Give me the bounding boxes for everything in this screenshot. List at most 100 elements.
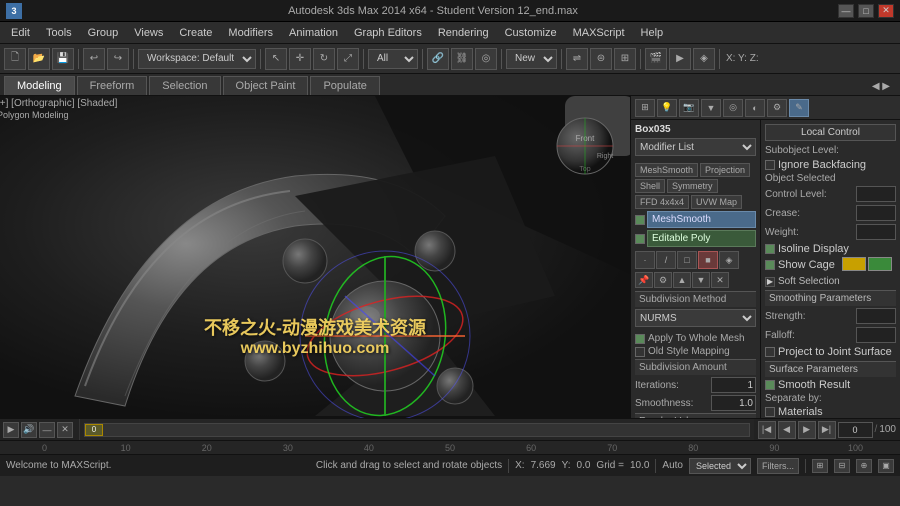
subobj-border[interactable]: □	[677, 251, 697, 269]
tab-modeling[interactable]: Modeling	[4, 76, 75, 95]
menu-help[interactable]: Help	[634, 25, 671, 41]
old-style-checkbox[interactable]	[635, 347, 645, 357]
rp-btn-modify[interactable]: ✎	[789, 99, 809, 117]
vp-btn-sound[interactable]: 🔊	[21, 422, 37, 438]
control-level-spinbox[interactable]	[856, 186, 896, 202]
btn-meshsmooth[interactable]: MeshSmooth	[635, 163, 698, 177]
tab-freeform[interactable]: Freeform	[77, 76, 148, 95]
strength-spinbox[interactable]	[856, 308, 896, 324]
stack-btn-down[interactable]: ▼	[692, 272, 710, 288]
soft-selection-collapse[interactable]: ▶	[765, 277, 775, 287]
tb-material[interactable]: ◈	[693, 48, 715, 70]
isoline-display-checkbox[interactable]	[765, 244, 775, 254]
tb-array[interactable]: ⊞	[614, 48, 636, 70]
tb-save[interactable]: 💾	[52, 48, 74, 70]
subobj-polygon[interactable]: ■	[698, 251, 718, 269]
subobj-edge[interactable]: /	[656, 251, 676, 269]
menu-edit[interactable]: Edit	[4, 25, 37, 41]
close-button[interactable]: ✕	[878, 4, 894, 18]
editablepoly-checkbox[interactable]	[635, 234, 645, 244]
meshsmooth-item[interactable]: MeshSmooth	[647, 211, 756, 228]
tb-align[interactable]: ⊜	[590, 48, 612, 70]
maximize-button[interactable]: □	[858, 4, 874, 18]
anim-frame-input[interactable]	[838, 422, 873, 438]
tb-mirror[interactable]: ⇌	[566, 48, 588, 70]
rp-btn-camera[interactable]: 📷	[679, 99, 699, 117]
smooth-result-checkbox[interactable]	[765, 380, 775, 390]
filter-dropdown[interactable]: All	[368, 49, 418, 69]
stack-btn-settings[interactable]: ⚙	[654, 272, 672, 288]
new-dropdown[interactable]: New	[506, 49, 557, 69]
anim-btn-next[interactable]: ▶|	[818, 421, 836, 439]
modifier-stack-editablepoly[interactable]: Editable Poly	[635, 230, 756, 248]
menu-group[interactable]: Group	[81, 25, 126, 41]
tb-move[interactable]: ✛	[289, 48, 311, 70]
meshsmooth-checkbox[interactable]	[635, 215, 645, 225]
tab-selection[interactable]: Selection	[149, 76, 220, 95]
tb-select[interactable]: ↖	[265, 48, 287, 70]
btn-uvw[interactable]: UVW Map	[691, 195, 742, 209]
time-frame-indicator[interactable]: 0	[85, 424, 103, 436]
stack-btn-pin[interactable]: 📌	[635, 272, 653, 288]
cage-color-swatch1[interactable]	[842, 257, 866, 271]
vp-btn-min[interactable]: —	[39, 422, 55, 438]
subobj-vertex[interactable]: ·	[635, 251, 655, 269]
tb-redo[interactable]: ↪	[107, 48, 129, 70]
minimize-button[interactable]: —	[838, 4, 854, 18]
weight-spinbox[interactable]	[856, 224, 896, 240]
vp-btn-play[interactable]: ▶	[3, 422, 19, 438]
modifier-stack-meshsmooth[interactable]: MeshSmooth	[635, 211, 756, 229]
time-slider-track[interactable]: 0	[84, 423, 750, 437]
tab-object-paint[interactable]: Object Paint	[223, 76, 309, 95]
menu-tools[interactable]: Tools	[39, 25, 79, 41]
sb-selection-dropdown[interactable]: Selected	[689, 458, 751, 474]
tab-populate[interactable]: Populate	[310, 76, 379, 95]
subdivision-method-dropdown[interactable]: NURMS	[635, 309, 756, 327]
rp-btn-shapes[interactable]: ⊞	[635, 99, 655, 117]
rp-btn-hierarchy[interactable]: ▼	[701, 99, 721, 117]
btn-shell[interactable]: Shell	[635, 179, 665, 193]
menu-modifiers[interactable]: Modifiers	[221, 25, 280, 41]
tb-new[interactable]: 🗋	[4, 48, 26, 70]
menu-views[interactable]: Views	[127, 25, 170, 41]
anim-btn-play[interactable]: ▶	[798, 421, 816, 439]
vp-btn-close[interactable]: ✕	[57, 422, 73, 438]
tb-render-setup[interactable]: 🎬	[645, 48, 667, 70]
tb-link[interactable]: 🔗	[427, 48, 449, 70]
btn-symmetry[interactable]: Symmetry	[667, 179, 718, 193]
rp-btn-utilities[interactable]: ⚙	[767, 99, 787, 117]
sb-keybind4[interactable]: ▣	[878, 459, 894, 473]
falloff-spinbox[interactable]	[856, 327, 896, 343]
modifier-list-dropdown[interactable]: Modifier List	[635, 138, 756, 156]
sb-keybind1[interactable]: ⊞	[812, 459, 828, 473]
tb-open[interactable]: 📂	[28, 48, 50, 70]
rp-btn-motion[interactable]: ◎	[723, 99, 743, 117]
project-joint-checkbox[interactable]	[765, 347, 775, 357]
viewport[interactable]: Front Right Top [+] [Orthographic] [Shad…	[0, 96, 630, 418]
editablepoly-item[interactable]: Editable Poly	[647, 230, 756, 247]
anim-btn-prev[interactable]: ◀	[778, 421, 796, 439]
smooth-spinbox1[interactable]	[711, 395, 756, 411]
menu-create[interactable]: Create	[172, 25, 219, 41]
btn-projection[interactable]: Projection	[700, 163, 750, 177]
stack-btn-up[interactable]: ▲	[673, 272, 691, 288]
stack-btn-delete[interactable]: ✕	[711, 272, 729, 288]
tb-unlink[interactable]: ⛓	[451, 48, 473, 70]
workspace-dropdown[interactable]: Workspace: Default	[138, 49, 256, 69]
rp-btn-lights[interactable]: 💡	[657, 99, 677, 117]
tb-bind[interactable]: ◎	[475, 48, 497, 70]
rp-btn-display[interactable]: ◐	[745, 99, 765, 117]
menu-rendering[interactable]: Rendering	[431, 25, 496, 41]
sb-keybind3[interactable]: ⊕	[856, 459, 872, 473]
tb-render[interactable]: ▶	[669, 48, 691, 70]
iter-spinbox1[interactable]	[711, 377, 756, 393]
menu-customize[interactable]: Customize	[498, 25, 564, 41]
show-cage-checkbox[interactable]	[765, 260, 775, 270]
tb-undo[interactable]: ↩	[83, 48, 105, 70]
menu-graph-editors[interactable]: Graph Editors	[347, 25, 429, 41]
tb-scale[interactable]: ⤢	[337, 48, 359, 70]
btn-ffd[interactable]: FFD 4x4x4	[635, 195, 689, 209]
subobj-element[interactable]: ◈	[719, 251, 739, 269]
materials-checkbox[interactable]	[765, 407, 775, 417]
sb-filters-button[interactable]: Filters...	[757, 458, 799, 474]
